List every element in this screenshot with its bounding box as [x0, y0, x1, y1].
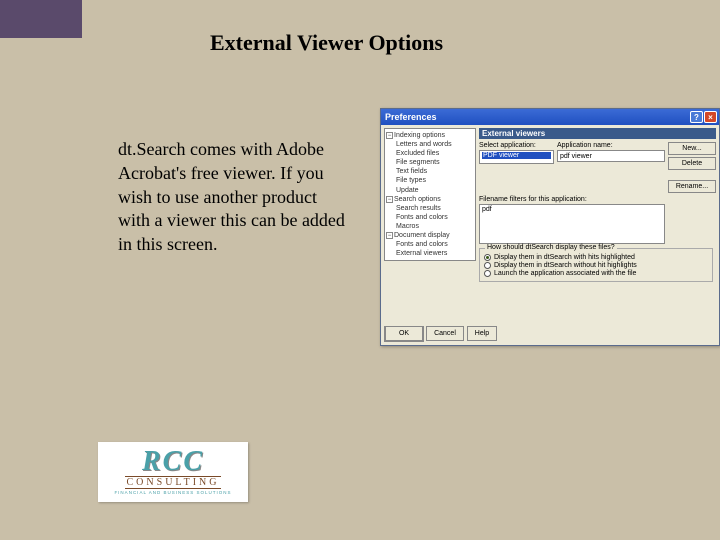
- tree-node[interactable]: Search options: [394, 196, 441, 203]
- logo-tagline: FINANCIAL AND BUSINESS SOLUTIONS: [114, 490, 231, 495]
- select-application-label: Select application:: [479, 142, 554, 149]
- application-listbox[interactable]: PDF viewer: [479, 150, 554, 164]
- close-icon[interactable]: ×: [704, 111, 717, 123]
- radio-label: Display them in dtSearch with hits highl…: [494, 254, 635, 261]
- tree-node[interactable]: Indexing options: [394, 132, 445, 139]
- filters-label: Filename filters for this application:: [479, 196, 716, 203]
- tree-node[interactable]: Search results: [386, 204, 474, 213]
- body-paragraph: dt.Search comes with Adobe Acrobat's fre…: [118, 138, 353, 257]
- tree-node[interactable]: Document display: [394, 232, 450, 239]
- tree-node[interactable]: Excluded files: [386, 149, 474, 158]
- application-name-label: Application name:: [557, 142, 665, 149]
- radio-button[interactable]: [484, 262, 491, 269]
- tree-node[interactable]: Fonts and colors: [386, 240, 474, 249]
- application-name-input[interactable]: pdf viewer: [557, 150, 665, 162]
- display-mode-group: How should dtSearch display these files?…: [479, 248, 713, 282]
- logo-main: RCC: [142, 449, 204, 474]
- tree-node[interactable]: Macros: [386, 222, 474, 231]
- dialog-titlebar: Preferences ? ×: [381, 109, 719, 125]
- radio-button[interactable]: [484, 270, 491, 277]
- help-button[interactable]: Help: [467, 326, 497, 341]
- tree-node[interactable]: Update: [386, 186, 474, 195]
- tree-collapse-icon[interactable]: −: [386, 132, 393, 139]
- preferences-dialog: Preferences ? × −Indexing options Letter…: [380, 108, 720, 346]
- tree-node[interactable]: Text fields: [386, 167, 474, 176]
- tree-collapse-icon[interactable]: −: [386, 196, 393, 203]
- logo-sub: CONSULTING: [125, 476, 222, 489]
- panel-header: External viewers: [479, 128, 716, 139]
- ok-button[interactable]: OK: [385, 326, 423, 341]
- dialog-title: Preferences: [385, 112, 437, 122]
- new-button[interactable]: New...: [668, 142, 716, 155]
- group-legend: How should dtSearch display these files?: [485, 244, 617, 251]
- tree-node[interactable]: Fonts and colors: [386, 213, 474, 222]
- radio-button[interactable]: [484, 254, 491, 261]
- page-title: External Viewer Options: [210, 30, 443, 56]
- delete-button[interactable]: Delete: [668, 157, 716, 170]
- radio-label: Launch the application associated with t…: [494, 270, 636, 277]
- tree-node-selected[interactable]: External viewers: [386, 249, 474, 258]
- slide-accent-bar: [0, 0, 82, 38]
- tree-node[interactable]: File segments: [386, 158, 474, 167]
- radio-label: Display them in dtSearch without hit hig…: [494, 262, 637, 269]
- options-tree[interactable]: −Indexing options Letters and words Excl…: [384, 128, 476, 261]
- rcc-logo: RCC CONSULTING FINANCIAL AND BUSINESS SO…: [98, 442, 248, 502]
- tree-collapse-icon[interactable]: −: [386, 232, 393, 239]
- help-icon[interactable]: ?: [690, 111, 703, 123]
- cancel-button[interactable]: Cancel: [426, 326, 464, 341]
- rename-button[interactable]: Rename...: [668, 180, 716, 193]
- tree-node[interactable]: File types: [386, 176, 474, 185]
- tree-node[interactable]: Letters and words: [386, 140, 474, 149]
- list-item[interactable]: PDF viewer: [482, 152, 551, 159]
- filters-textarea[interactable]: pdf: [479, 204, 665, 244]
